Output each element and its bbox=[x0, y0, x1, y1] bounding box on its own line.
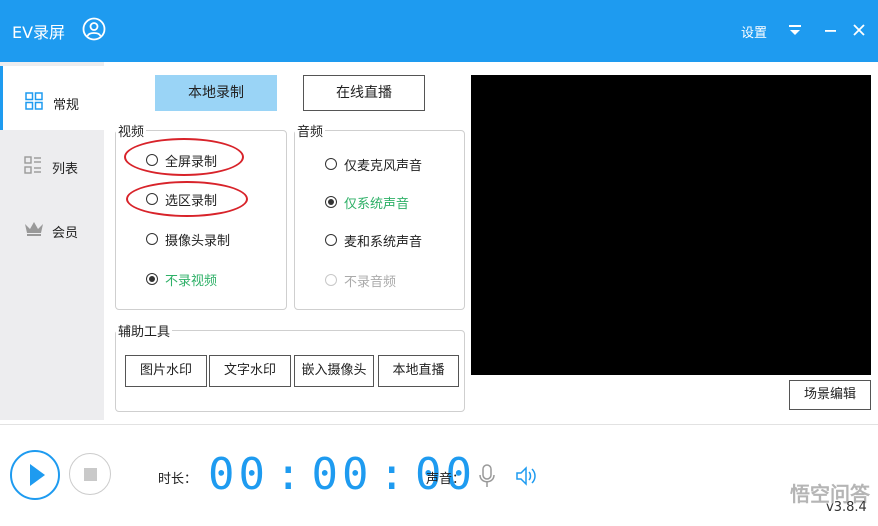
timer-minutes: 00 bbox=[311, 449, 373, 500]
sidebar-item-member[interactable]: 会员 bbox=[0, 194, 104, 258]
radio-no-audio[interactable]: 不录音频 bbox=[325, 271, 445, 290]
local-live-button[interactable]: 本地直播 bbox=[378, 355, 459, 387]
version-label: v3.8.4 bbox=[826, 500, 867, 515]
radio-mic-and-system[interactable]: 麦和系统声音 bbox=[325, 231, 445, 250]
radio-label: 不录音频 bbox=[344, 275, 397, 290]
radio-fullscreen[interactable]: 全屏录制 bbox=[146, 151, 256, 170]
timer-separator: : bbox=[274, 449, 306, 500]
radio-circle bbox=[325, 158, 337, 170]
radio-circle bbox=[146, 273, 158, 285]
radio-label: 不录视频 bbox=[165, 274, 218, 289]
tab-local-record[interactable]: 本地录制 bbox=[155, 75, 277, 111]
radio-label: 全屏录制 bbox=[165, 155, 218, 170]
play-icon bbox=[30, 464, 45, 486]
scene-edit-button[interactable]: 场景编辑 bbox=[789, 380, 871, 410]
sidebar-item-list[interactable]: 列表 bbox=[0, 130, 104, 194]
preview-area bbox=[471, 75, 871, 375]
crown-icon bbox=[25, 222, 43, 236]
radio-label: 麦和系统声音 bbox=[344, 235, 423, 250]
sidebar-item-label: 会员 bbox=[52, 226, 79, 241]
radio-region[interactable]: 选区录制 bbox=[146, 190, 256, 209]
radio-circle bbox=[325, 274, 337, 286]
sidebar-item-label: 常规 bbox=[53, 98, 80, 113]
timer-hours: 00 bbox=[208, 449, 269, 500]
radio-circle bbox=[146, 233, 158, 245]
radio-label: 仅系统声音 bbox=[344, 197, 410, 212]
timer-separator: : bbox=[378, 449, 409, 500]
duration-label: 时长： bbox=[158, 472, 198, 487]
radio-system-only[interactable]: 仅系统声音 bbox=[325, 193, 445, 212]
grid-icon bbox=[25, 92, 43, 110]
radio-no-video[interactable]: 不录视频 bbox=[146, 270, 256, 289]
title-bar: EV录屏 设置 bbox=[0, 0, 878, 62]
radio-circle bbox=[325, 196, 337, 208]
image-watermark-button[interactable]: 图片水印 bbox=[125, 355, 207, 387]
volume-label: 声音： bbox=[426, 472, 466, 487]
microphone-icon[interactable] bbox=[478, 464, 496, 488]
radio-circle bbox=[325, 234, 337, 246]
tab-live-stream[interactable]: 在线直播 bbox=[303, 75, 425, 111]
sidebar: 常规 列表 会员 bbox=[0, 62, 104, 420]
text-watermark-button[interactable]: 文字水印 bbox=[209, 355, 291, 387]
video-group-title: 视频 bbox=[116, 121, 147, 140]
radio-mic-only[interactable]: 仅麦克风声音 bbox=[325, 155, 445, 174]
sidebar-item-label: 列表 bbox=[52, 162, 79, 177]
embed-camera-button[interactable]: 嵌入摄像头 bbox=[294, 355, 374, 387]
user-icon[interactable] bbox=[82, 17, 106, 41]
radio-circle bbox=[146, 193, 158, 205]
close-icon[interactable] bbox=[852, 22, 866, 38]
stop-button[interactable] bbox=[69, 453, 111, 495]
speaker-icon[interactable] bbox=[515, 465, 539, 487]
list-icon bbox=[24, 156, 41, 174]
radio-circle bbox=[146, 154, 158, 166]
radio-label: 选区录制 bbox=[165, 194, 218, 209]
radio-label: 摄像头录制 bbox=[165, 234, 231, 249]
minimize-icon[interactable] bbox=[824, 22, 838, 38]
radio-label: 仅麦克风声音 bbox=[344, 159, 423, 174]
audio-group-title: 音频 bbox=[295, 121, 326, 140]
app-title: EV录屏 bbox=[12, 23, 66, 42]
sidebar-item-general[interactable]: 常规 bbox=[0, 66, 104, 130]
play-button[interactable] bbox=[10, 450, 60, 500]
tools-group-title: 辅助工具 bbox=[116, 321, 173, 340]
radio-camera[interactable]: 摄像头录制 bbox=[146, 230, 256, 249]
settings-button[interactable]: 设置 bbox=[741, 22, 767, 41]
menu-dropdown-icon[interactable] bbox=[788, 22, 802, 38]
